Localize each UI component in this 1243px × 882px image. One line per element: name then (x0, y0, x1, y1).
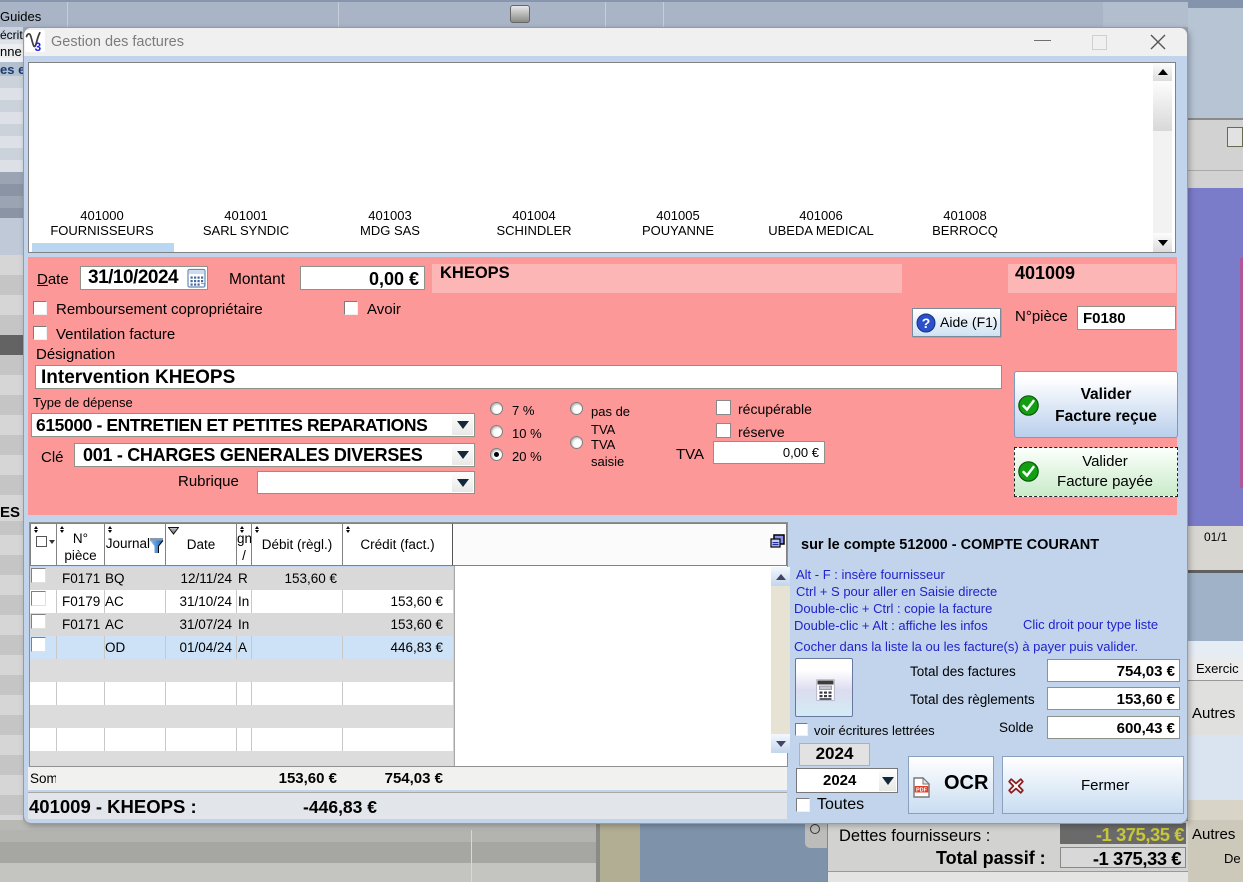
svg-text:3: 3 (35, 40, 42, 52)
svg-text:PDF: PDF (916, 787, 928, 793)
svg-text:?: ? (922, 315, 931, 331)
